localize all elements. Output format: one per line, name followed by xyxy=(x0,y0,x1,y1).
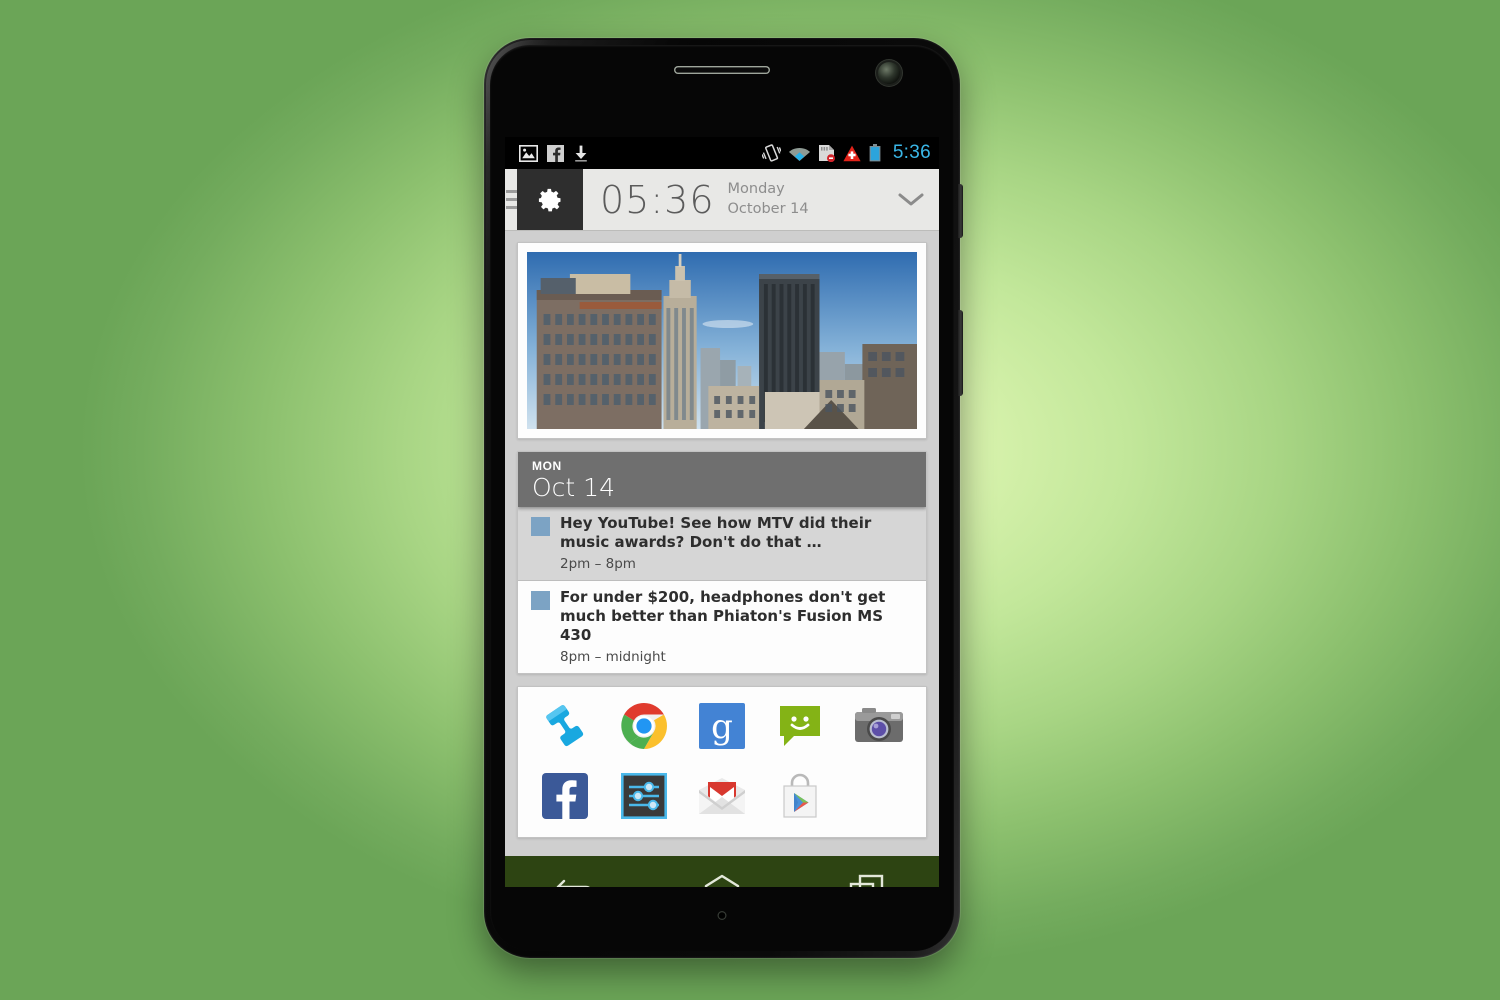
google-app-icon: g xyxy=(699,703,746,750)
app-row: g xyxy=(526,697,918,755)
facebook-icon xyxy=(547,144,564,162)
power-button[interactable] xyxy=(958,184,963,238)
clock-time: 05:36 xyxy=(600,177,715,222)
play-store-app-icon xyxy=(783,774,818,818)
event-details: Hey YouTube! See how MTV did their music… xyxy=(560,514,914,572)
back-arrow-icon xyxy=(557,879,591,887)
status-bar-notifications xyxy=(519,144,589,162)
calendar-agenda-widget[interactable]: MON Oct 14 Hey YouTube! See how MTV did … xyxy=(517,451,927,675)
event-details: For under $200, headphones don't get muc… xyxy=(560,588,914,665)
wallpaper-background: 5:36 05:36 Monday October 14 MON Oct 14 … xyxy=(0,0,1500,1000)
gear-icon xyxy=(538,188,561,211)
clock-day-of-week: Monday xyxy=(727,181,785,198)
download-icon xyxy=(575,145,587,162)
clock-date: Monday October 14 xyxy=(728,180,809,218)
photo-widget[interactable] xyxy=(517,242,927,439)
wifi-icon xyxy=(788,148,810,161)
app-empty-slot xyxy=(840,767,918,825)
earpiece-speaker xyxy=(674,66,770,74)
status-bar: 5:36 xyxy=(505,137,939,169)
app-chrome[interactable] xyxy=(604,697,682,755)
camera-app-icon xyxy=(854,708,903,743)
agenda-day-of-week: MON xyxy=(532,459,562,473)
event-color-chip xyxy=(531,591,550,611)
microphone-hole xyxy=(717,911,727,920)
navigation-bar xyxy=(505,856,939,887)
warning-icon xyxy=(843,145,861,161)
clock-widget[interactable]: 05:36 Monday October 14 xyxy=(505,169,939,231)
front-camera xyxy=(878,62,900,84)
agenda-date: Oct 14 xyxy=(532,473,615,502)
facebook-app-icon xyxy=(542,773,589,820)
app-play-store[interactable] xyxy=(761,767,839,825)
battery-icon xyxy=(869,144,881,162)
home-button[interactable] xyxy=(677,865,767,887)
agenda-event-row[interactable]: Hey YouTube! See how MTV did their music… xyxy=(518,507,926,582)
app-facebook[interactable] xyxy=(526,767,604,825)
settings-app-icon xyxy=(620,773,667,820)
settings-gear-button[interactable] xyxy=(517,169,583,230)
app-row xyxy=(526,767,918,825)
app-settings[interactable] xyxy=(604,767,682,825)
app-icon-grid: g xyxy=(517,686,927,839)
event-title: For under $200, headphones don't get muc… xyxy=(560,588,886,644)
chrome-app-icon xyxy=(620,703,667,750)
svg-text:g: g xyxy=(711,707,733,747)
recent-apps-icon xyxy=(849,874,883,887)
status-bar-system-icons: 5:36 xyxy=(761,142,931,164)
app-camera[interactable] xyxy=(840,697,918,755)
vibrate-icon xyxy=(761,144,781,162)
back-button[interactable] xyxy=(532,865,622,887)
agenda-event-row[interactable]: For under $200, headphones don't get muc… xyxy=(518,581,926,673)
event-title: Hey YouTube! See how MTV did their music… xyxy=(560,514,872,551)
recents-button[interactable] xyxy=(822,865,912,887)
city-skyline-photo xyxy=(527,252,917,429)
image-icon xyxy=(519,144,538,162)
clock-time-date[interactable]: 05:36 Monday October 14 xyxy=(583,169,883,230)
clock-month-day: October 14 xyxy=(727,200,809,217)
chevron-down-icon xyxy=(898,193,924,205)
phone-app-icon xyxy=(546,705,584,747)
sd-card-icon xyxy=(818,145,835,162)
status-bar-clock: 5:36 xyxy=(892,142,931,163)
event-time: 2pm – 8pm xyxy=(560,556,636,573)
event-color-chip xyxy=(531,517,550,537)
home-screen: MON Oct 14 Hey YouTube! See how MTV did … xyxy=(505,231,939,856)
agenda-date-header: MON Oct 14 xyxy=(518,452,926,508)
app-messaging[interactable] xyxy=(761,697,839,755)
expand-clock-button[interactable] xyxy=(883,169,939,230)
messaging-app-icon xyxy=(780,706,821,747)
volume-rocker[interactable] xyxy=(958,310,963,396)
skyline-illustration xyxy=(527,252,917,429)
phone-device: 5:36 05:36 Monday October 14 MON Oct 14 … xyxy=(484,38,963,958)
app-gmail[interactable] xyxy=(683,767,761,825)
event-time: 8pm – midnight xyxy=(560,649,666,666)
gmail-app-icon xyxy=(699,778,746,815)
phone-screen: 5:36 05:36 Monday October 14 MON Oct 14 … xyxy=(505,137,939,887)
app-phone[interactable] xyxy=(526,697,604,755)
hamburger-icon[interactable] xyxy=(505,169,517,230)
home-icon xyxy=(704,874,740,887)
app-google[interactable]: g xyxy=(683,697,761,755)
